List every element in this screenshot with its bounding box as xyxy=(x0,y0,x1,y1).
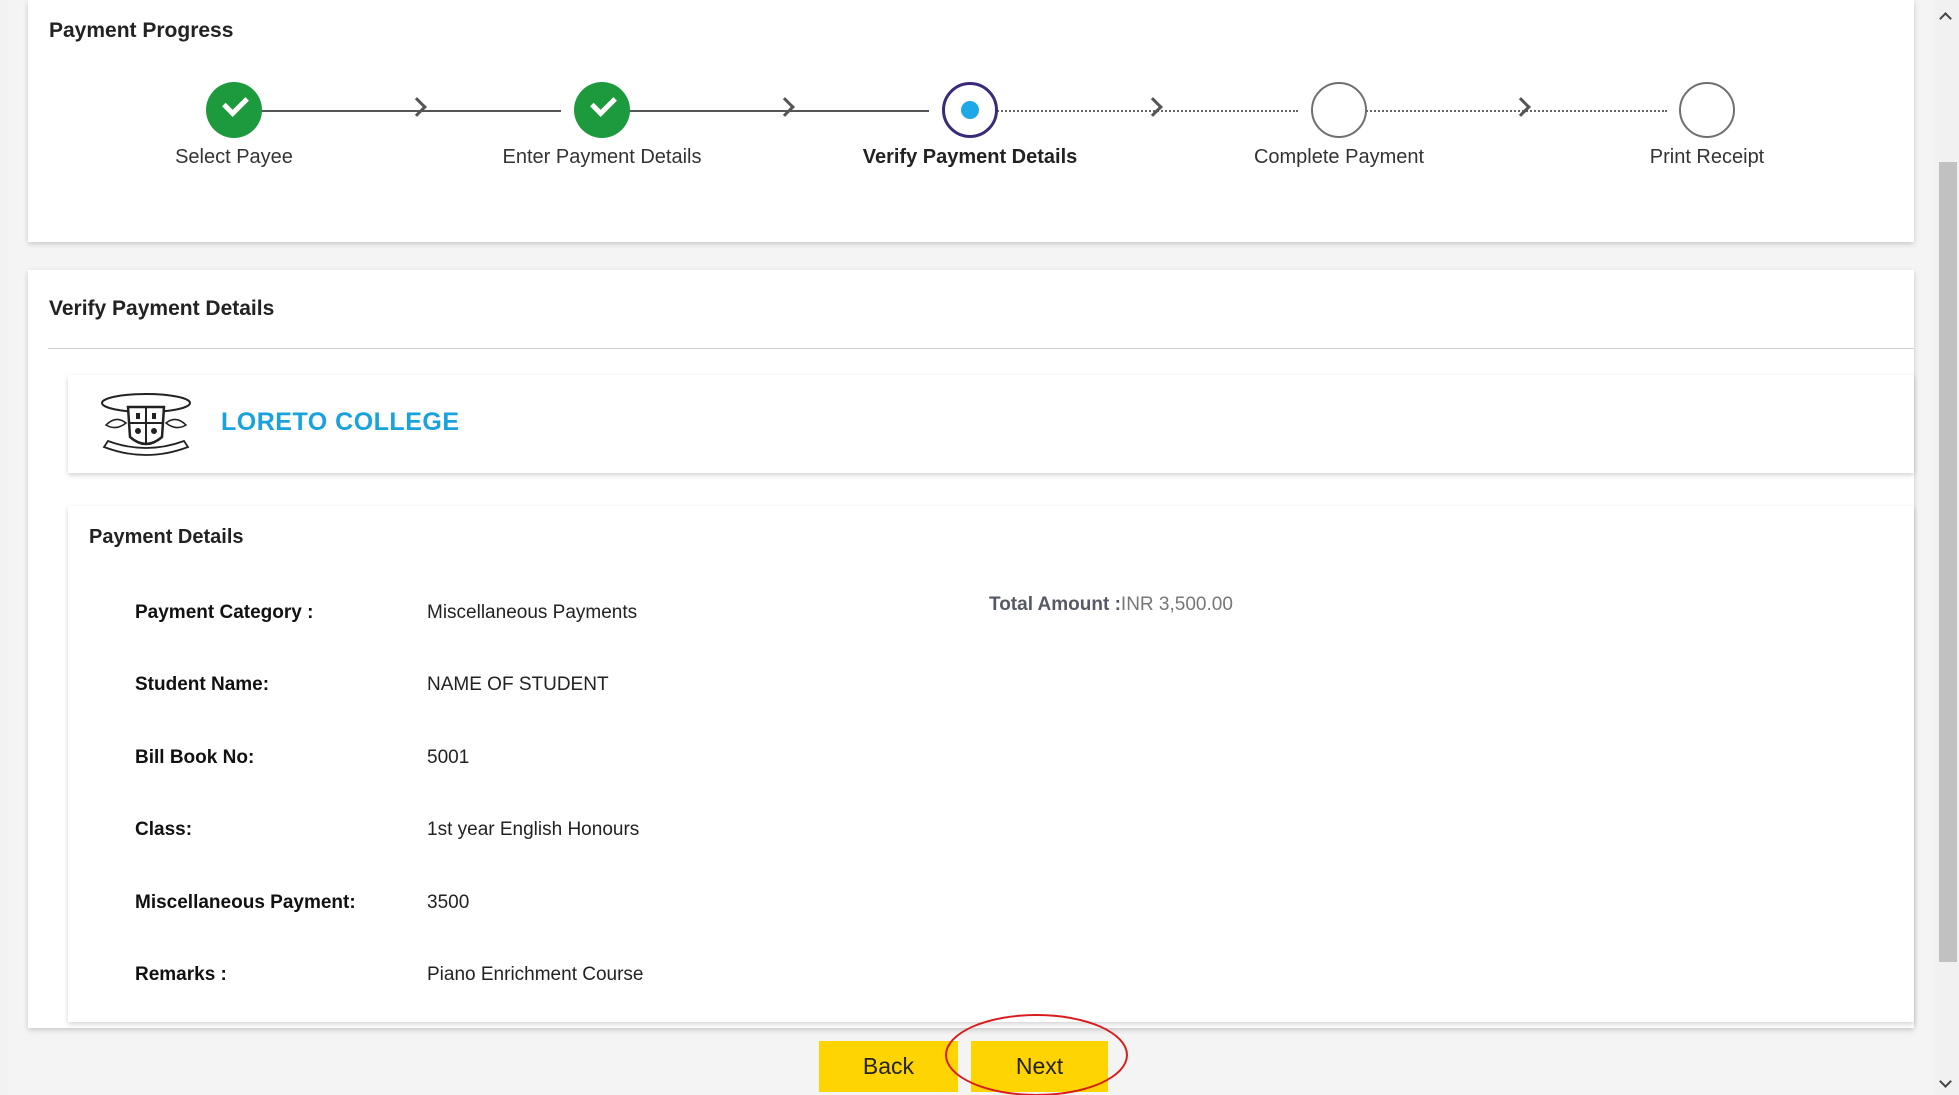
scroll-up-arrow-icon[interactable] xyxy=(1939,12,1952,25)
field-label-miscellaneous-payment: Miscellaneous Payment: xyxy=(135,892,356,913)
next-button[interactable]: Next xyxy=(971,1041,1108,1092)
field-value-bill-book-no: 5001 xyxy=(427,747,470,768)
field-value-remarks: Piano Enrichment Course xyxy=(427,964,644,985)
step-label-print-receipt: Print Receipt xyxy=(1649,146,1765,168)
payment-details-panel: Payment Details Total Amount :INR 3,500.… xyxy=(68,506,1914,1022)
field-value-miscellaneous-payment: 3500 xyxy=(427,892,470,913)
field-label-bill-book-no: Bill Book No: xyxy=(135,747,255,768)
payment-progress-card: Payment Progress Select Payee Enter Paym… xyxy=(28,0,1914,242)
vertical-scrollbar[interactable] xyxy=(1935,0,1959,1095)
field-label-student-name: Student Name: xyxy=(135,674,270,695)
field-label-class: Class: xyxy=(135,819,193,840)
college-crest-logo xyxy=(101,393,191,456)
step-enter-details-check-icon xyxy=(574,82,630,138)
progress-stepper: Select Payee Enter Payment Details Verif… xyxy=(28,0,1914,242)
step-connector xyxy=(1327,110,1667,112)
page: Payment Progress Select Payee Enter Paym… xyxy=(8,0,1934,1095)
step-label-verify-payment-details: Verify Payment Details xyxy=(862,146,1078,168)
chevron-right-icon xyxy=(775,97,795,117)
chevron-right-icon xyxy=(407,97,427,117)
step-connector xyxy=(589,110,929,112)
chevron-right-icon xyxy=(1511,97,1531,117)
step-connector xyxy=(221,110,561,112)
step-print-pending-icon xyxy=(1679,82,1735,138)
total-amount-value: INR 3,500.00 xyxy=(1120,594,1233,615)
divider xyxy=(48,348,1914,349)
step-label-select-payee: Select Payee xyxy=(175,146,293,168)
field-label-payment-category: Payment Category : xyxy=(135,602,314,623)
verify-payment-card: Verify Payment Details LORETO COLLEGE Pa… xyxy=(28,270,1914,1028)
back-button[interactable]: Back xyxy=(819,1041,958,1092)
college-panel: LORETO COLLEGE xyxy=(68,375,1914,473)
chevron-right-icon xyxy=(1143,97,1163,117)
total-amount: Total Amount :INR 3,500.00 xyxy=(989,594,1233,616)
scrollbar-thumb[interactable] xyxy=(1939,162,1957,962)
college-name: LORETO COLLEGE xyxy=(221,408,460,436)
step-select-payee-check-icon xyxy=(206,82,262,138)
total-amount-label: Total Amount : xyxy=(989,594,1121,615)
step-label-complete-payment: Complete Payment xyxy=(1253,146,1425,168)
step-connector xyxy=(958,110,1298,112)
step-complete-pending-icon xyxy=(1311,82,1367,138)
payment-details-title: Payment Details xyxy=(89,526,244,548)
field-label-remarks: Remarks : xyxy=(135,964,227,985)
verify-title: Verify Payment Details xyxy=(49,297,275,320)
field-value-payment-category: Miscellaneous Payments xyxy=(427,602,638,623)
field-value-class: 1st year English Honours xyxy=(427,819,640,840)
scroll-down-arrow-icon[interactable] xyxy=(1939,1075,1952,1088)
field-value-student-name: NAME OF STUDENT xyxy=(427,674,609,695)
step-verify-current-icon xyxy=(942,82,998,138)
step-label-enter-payment-details: Enter Payment Details xyxy=(502,146,702,168)
